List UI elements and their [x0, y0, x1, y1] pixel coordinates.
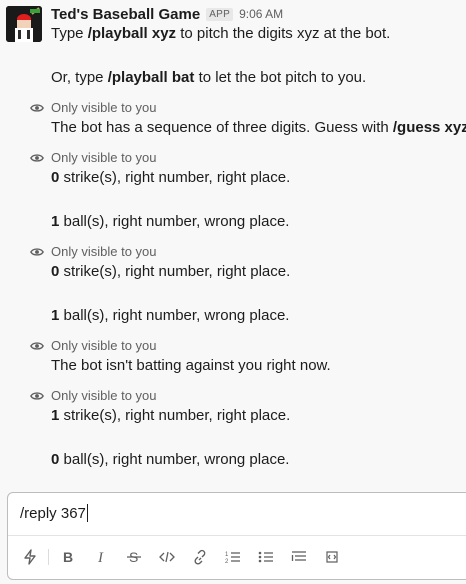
bot-avatar[interactable]: [6, 6, 42, 42]
message-input[interactable]: /reply 367: [20, 504, 88, 522]
link-icon[interactable]: [186, 543, 214, 571]
ephemeral-label: Only visible to you: [30, 150, 157, 165]
ephemeral-text: 0 ball(s), right number, wrong place.: [51, 451, 290, 468]
shortcuts-icon[interactable]: [16, 543, 44, 571]
code-icon[interactable]: [153, 543, 181, 571]
ephemeral-label: Only visible to you: [30, 338, 157, 353]
ephemeral-text: The bot isn't batting against you right …: [51, 357, 331, 374]
eye-icon: [30, 103, 44, 112]
svg-text:B: B: [63, 549, 73, 565]
text-caret: [86, 504, 88, 522]
formatting-toolbar: B I S 12: [8, 543, 466, 571]
ephemeral-text: 1 ball(s), right number, wrong place.: [51, 307, 290, 324]
message-composer[interactable]: /reply 367 B I S 12: [7, 492, 466, 580]
ephemeral-label: Only visible to you: [30, 244, 157, 259]
eye-icon: [30, 247, 44, 256]
italic-icon[interactable]: I: [87, 543, 115, 571]
bold-icon[interactable]: B: [54, 543, 82, 571]
bulleted-list-icon[interactable]: [252, 543, 280, 571]
code-block-icon[interactable]: [318, 543, 346, 571]
ephemeral-text: 1 strike(s), right number, right place.: [51, 407, 291, 424]
message-feed: Ted's Baseball Game APP 9:06 AM Type /pl…: [0, 0, 466, 476]
strikethrough-icon[interactable]: S: [120, 543, 148, 571]
eye-icon: [30, 153, 44, 162]
svg-text:2: 2: [225, 559, 229, 565]
svg-text:1: 1: [225, 552, 229, 558]
ephemeral-text: 0 strike(s), right number, right place.: [51, 263, 291, 280]
toolbar-separator: [48, 549, 49, 565]
ephemeral-label: Only visible to you: [30, 388, 157, 403]
eye-icon: [30, 341, 44, 350]
ephemeral-text: 1 ball(s), right number, wrong place.: [51, 213, 290, 230]
ephemeral-label: Only visible to you: [30, 100, 157, 115]
blockquote-icon[interactable]: [285, 543, 313, 571]
composer-divider: [8, 535, 466, 536]
app-badge: APP: [206, 7, 234, 21]
intro-line-1: Type /playball xyz to pitch the digits x…: [51, 25, 391, 42]
message-timestamp[interactable]: 9:06 AM: [239, 7, 283, 21]
ephemeral-text: 0 strike(s), right number, right place.: [51, 169, 291, 186]
eye-icon: [30, 391, 44, 400]
intro-line-2: Or, type /playball bat to let the bot pi…: [51, 69, 367, 86]
message-header: Ted's Baseball Game APP 9:06 AM: [51, 4, 283, 24]
ordered-list-icon[interactable]: 12: [219, 543, 247, 571]
bot-name-link[interactable]: Ted's Baseball Game: [51, 6, 200, 23]
svg-text:I: I: [97, 550, 104, 565]
ephemeral-text: The bot has a sequence of three digits. …: [51, 119, 466, 136]
batter-icon: [6, 6, 42, 42]
